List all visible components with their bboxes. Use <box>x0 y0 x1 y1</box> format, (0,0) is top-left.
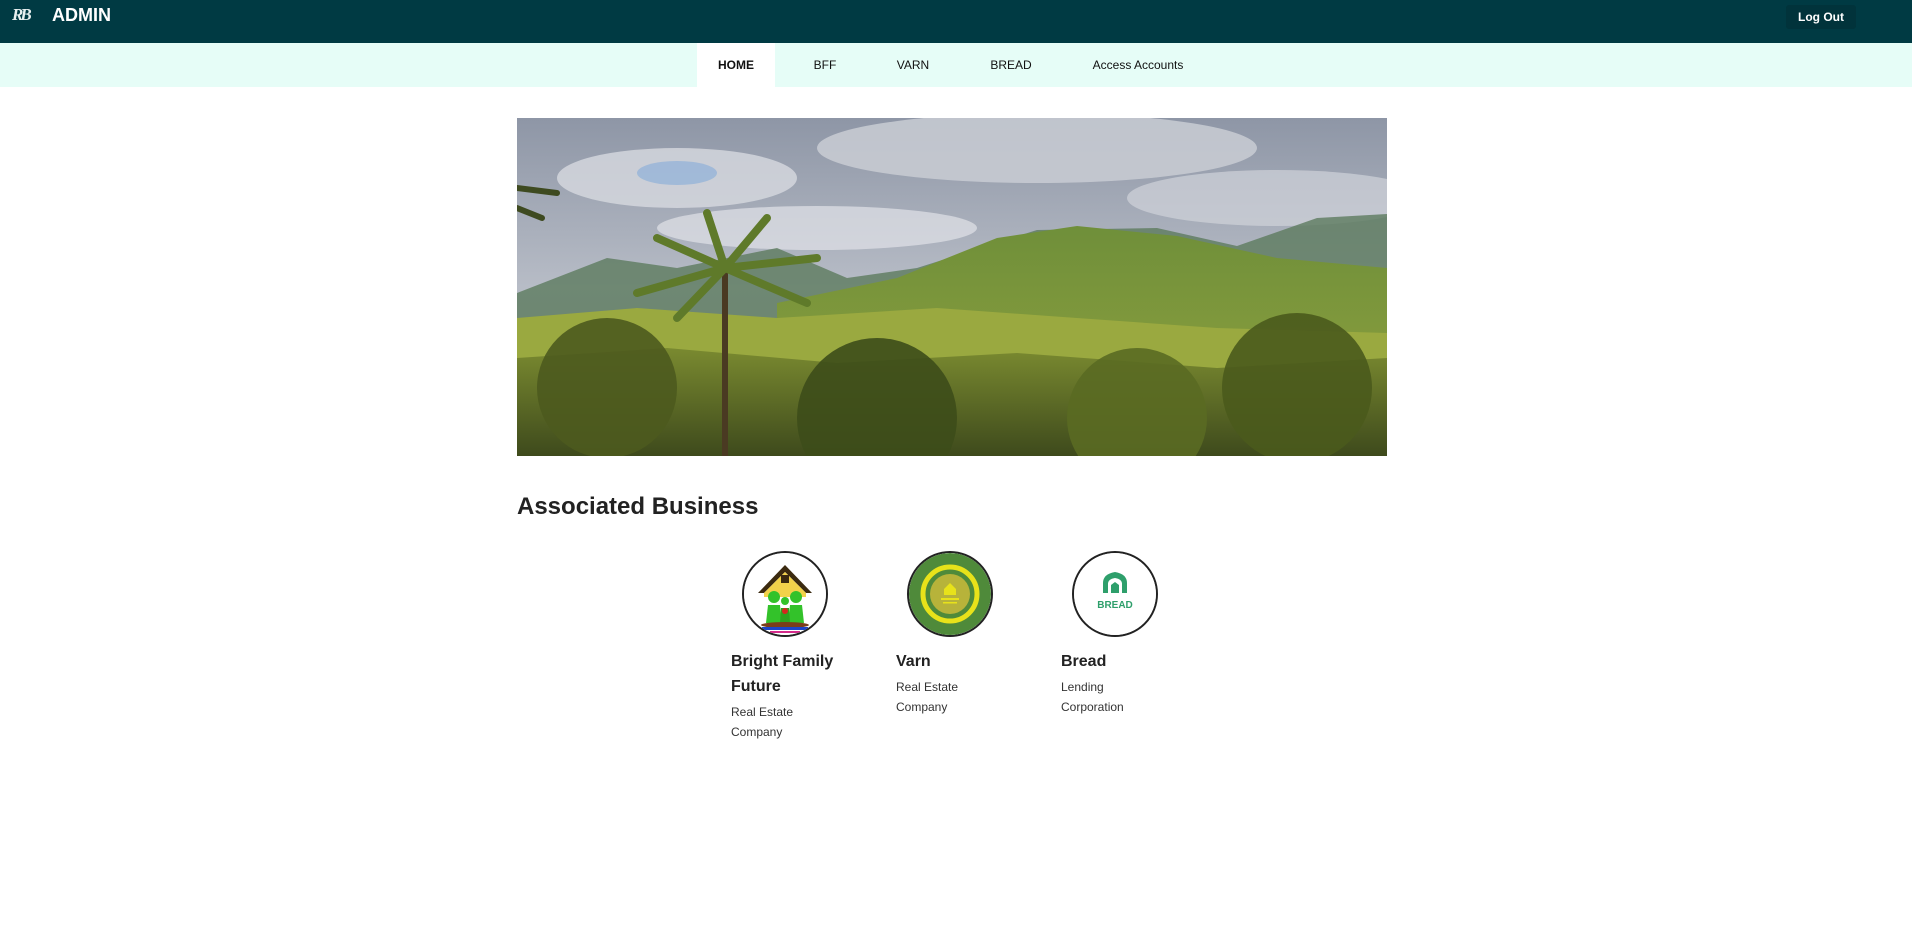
varn-logo-icon[interactable] <box>907 551 993 637</box>
business-description: Real Estate Company <box>731 705 794 739</box>
nav-varn[interactable]: VARN <box>878 43 948 87</box>
business-card-bread[interactable]: BREAD Bread Lending Corporation <box>1061 551 1221 717</box>
business-card-bff[interactable]: Bright Family Future Real Estate Company <box>731 551 891 742</box>
nav-home[interactable]: HOME <box>697 43 775 87</box>
main-nav: HOME BFF VARN BREAD Access Accounts <box>0 43 1912 87</box>
business-description: Real Estate Company <box>896 680 959 714</box>
bff-logo-icon[interactable] <box>742 551 828 637</box>
business-card-varn[interactable]: Varn Real Estate Company <box>896 551 1056 717</box>
app-title: ADMIN <box>52 5 111 25</box>
nav-bff[interactable]: BFF <box>795 43 855 87</box>
nav-access-accounts[interactable]: Access Accounts <box>1080 43 1196 87</box>
business-description: Lending Corporation <box>1061 680 1124 714</box>
brand-logo-icon[interactable]: RB <box>12 5 40 29</box>
nav-bread[interactable]: BREAD <box>973 43 1049 87</box>
business-name: Bright Family Future <box>731 653 834 695</box>
logout-button[interactable]: Log Out <box>1786 5 1856 29</box>
business-name: Bread <box>1061 653 1107 670</box>
svg-text:BREAD: BREAD <box>1097 600 1133 611</box>
section-title: Associated Business <box>517 493 759 520</box>
hero-landscape-image <box>517 118 1387 456</box>
bread-logo-icon[interactable]: BREAD <box>1072 551 1158 637</box>
business-name: Varn <box>896 653 931 670</box>
top-bar: RB ADMIN Log Out <box>0 0 1912 43</box>
